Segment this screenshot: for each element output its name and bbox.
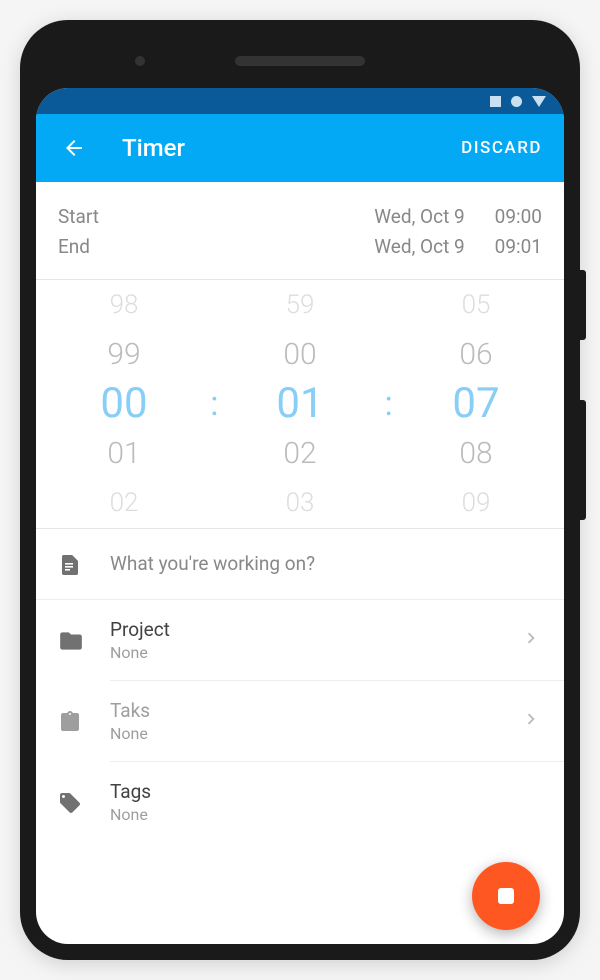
- tags-icon-wrap: [58, 789, 110, 815]
- screen: Timer DISCARD Start Wed, Oct 9 09:00 End…: [36, 88, 564, 944]
- picker-item: 59: [286, 280, 315, 330]
- start-time: 09:00: [495, 202, 542, 232]
- end-label: End: [58, 232, 374, 262]
- picker-separator: :: [210, 384, 218, 424]
- tags-label: Tags: [110, 780, 542, 803]
- picker-item: 02: [110, 478, 139, 528]
- task-value: None: [110, 724, 520, 743]
- picker-item: 03: [286, 478, 315, 528]
- picker-item: 01: [107, 429, 140, 479]
- discard-button[interactable]: DISCARD: [457, 130, 546, 166]
- status-icon-circle: [511, 96, 522, 107]
- tags-value: None: [110, 805, 542, 824]
- status-icon-triangle: [532, 96, 546, 107]
- project-value: None: [110, 643, 520, 662]
- duration-picker[interactable]: 98 99 00 01 02 59 00 01 02 03 05: [36, 279, 564, 529]
- picker-item: 09: [462, 478, 491, 528]
- start-date: Wed, Oct 9: [374, 202, 464, 232]
- content-area: Start Wed, Oct 9 09:00 End Wed, Oct 9 09…: [36, 182, 564, 944]
- document-icon: [58, 553, 82, 577]
- phone-frame: Timer DISCARD Start Wed, Oct 9 09:00 End…: [20, 20, 580, 960]
- picker-item: 98: [110, 280, 139, 330]
- picker-minutes-selected: 01: [276, 379, 323, 429]
- task-label: Taks: [110, 699, 520, 722]
- picker-seconds-selected: 07: [452, 379, 499, 429]
- folder-icon: [58, 628, 84, 654]
- picker-hours-col[interactable]: 98 99 00 01 02: [36, 280, 212, 528]
- status-bar: [36, 88, 564, 114]
- stop-icon: [498, 888, 514, 904]
- task-chevron: [520, 708, 542, 734]
- phone-camera: [135, 56, 145, 66]
- end-time-row[interactable]: End Wed, Oct 9 09:01: [58, 232, 542, 262]
- project-chevron: [520, 627, 542, 653]
- description-icon: [58, 551, 110, 577]
- picker-minutes-col[interactable]: 59 00 01 02 03: [212, 280, 388, 528]
- picker-item: 06: [459, 329, 492, 379]
- status-icon-square: [490, 96, 501, 107]
- project-label: Project: [110, 618, 520, 641]
- back-button[interactable]: [54, 128, 94, 168]
- picker-item: 08: [459, 429, 492, 479]
- app-bar: Timer DISCARD: [36, 114, 564, 182]
- description-row[interactable]: What you're working on?: [36, 529, 564, 600]
- picker-item: 05: [462, 280, 491, 330]
- picker-seconds-col[interactable]: 05 06 07 08 09: [388, 280, 564, 528]
- times-section: Start Wed, Oct 9 09:00 End Wed, Oct 9 09…: [36, 182, 564, 279]
- picker-item: 02: [283, 429, 316, 479]
- task-icon-wrap: [58, 708, 110, 734]
- end-date: Wed, Oct 9: [374, 232, 464, 262]
- back-arrow-icon: [62, 136, 86, 160]
- tags-row[interactable]: Tags None: [36, 762, 564, 842]
- chevron-right-icon: [520, 708, 542, 730]
- clipboard-icon: [58, 710, 82, 734]
- picker-hours-selected: 00: [100, 379, 147, 429]
- chevron-right-icon: [520, 627, 542, 649]
- tag-icon: [58, 791, 82, 815]
- picker-item: 00: [283, 329, 316, 379]
- end-time: 09:01: [495, 232, 542, 262]
- phone-power-button: [580, 270, 586, 340]
- task-row[interactable]: Taks None: [36, 681, 564, 761]
- app-title: Timer: [122, 134, 457, 162]
- project-row[interactable]: Project None: [36, 600, 564, 680]
- phone-volume-button: [580, 400, 586, 520]
- start-time-row[interactable]: Start Wed, Oct 9 09:00: [58, 202, 542, 232]
- stop-fab[interactable]: [472, 862, 540, 930]
- picker-separator: :: [384, 384, 392, 424]
- picker-item: 99: [107, 329, 140, 379]
- start-label: Start: [58, 202, 374, 232]
- project-icon-wrap: [58, 626, 110, 654]
- description-placeholder: What you're working on?: [110, 552, 542, 575]
- phone-speaker: [235, 56, 365, 66]
